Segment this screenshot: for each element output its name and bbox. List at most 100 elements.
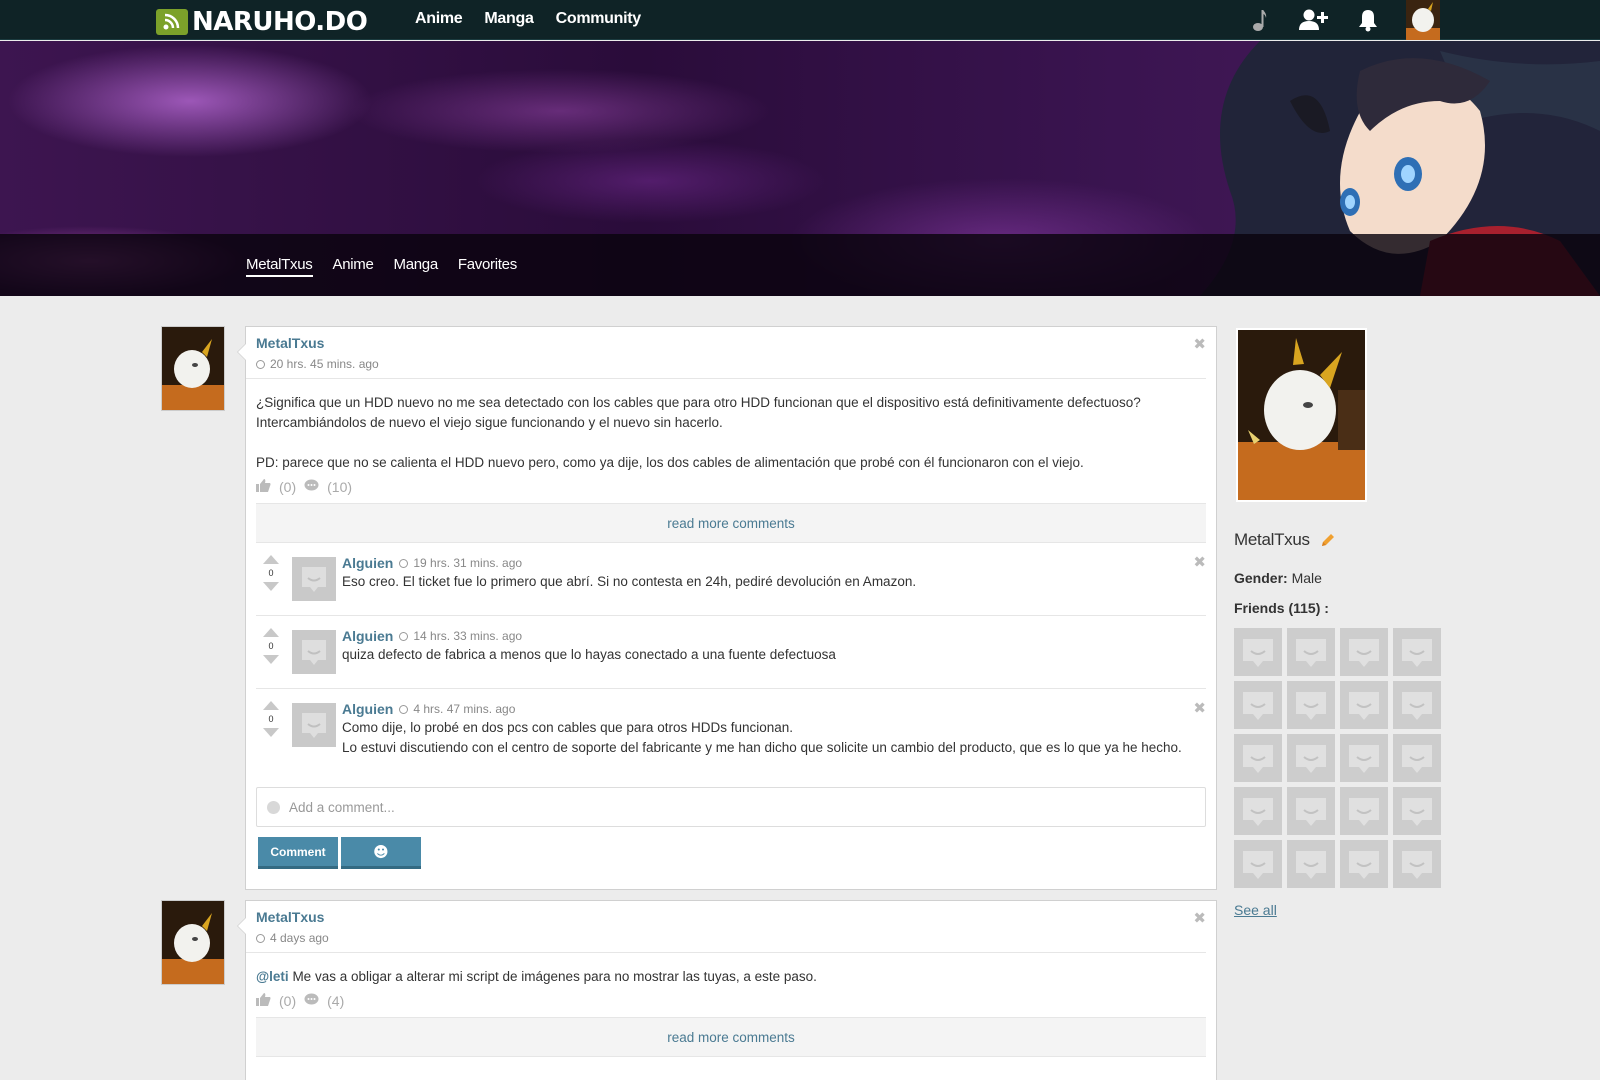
- music-note-icon[interactable]: [1244, 4, 1276, 36]
- post-text: Me vas a obligar a alterar mi script de …: [292, 969, 817, 984]
- commenter-avatar[interactable]: [292, 703, 336, 747]
- add-comment-input[interactable]: Add a comment...: [256, 787, 1206, 827]
- friend-avatar[interactable]: [1340, 628, 1388, 676]
- logo-text: NARUHO.DO: [192, 7, 368, 37]
- upvote-icon[interactable]: [263, 701, 279, 710]
- delete-post-icon[interactable]: ✖: [1193, 335, 1206, 353]
- profile-tab-user[interactable]: MetalTxus: [246, 256, 313, 277]
- profile-avatar[interactable]: [1236, 328, 1367, 502]
- post-author-link[interactable]: MetalTxus: [256, 909, 324, 925]
- rss-logo-icon: [156, 9, 188, 35]
- comment-count: (4): [327, 993, 345, 1009]
- comment-header: Alguien 19 hrs. 31 mins. ago: [342, 555, 1206, 571]
- user-mention-link[interactable]: @leti: [256, 969, 289, 984]
- commenter-name[interactable]: Alguien: [342, 628, 393, 644]
- delete-comment-icon[interactable]: ✖: [1193, 699, 1206, 717]
- vote-count: 0: [268, 568, 274, 578]
- emoji-button[interactable]: ☻: [341, 837, 421, 869]
- friend-avatar[interactable]: [1234, 681, 1282, 729]
- vote-count: 0: [268, 641, 274, 651]
- like-icon[interactable]: [256, 479, 271, 495]
- profile-name-text: MetalTxus: [1234, 530, 1310, 549]
- commenter-avatar[interactable]: [292, 630, 336, 674]
- comment-time: 4 hrs. 47 mins. ago: [413, 702, 516, 716]
- post-author-avatar[interactable]: [161, 326, 225, 411]
- friend-avatar[interactable]: [1287, 681, 1335, 729]
- profile-tab-favorites[interactable]: Favorites: [458, 256, 517, 277]
- friend-avatar[interactable]: [1234, 787, 1282, 835]
- see-all-friends-link[interactable]: See all: [1234, 902, 1277, 918]
- comment-text: Lo estuvi discutiendo con el centro de s…: [342, 740, 1182, 755]
- add-friend-icon[interactable]: [1298, 4, 1330, 36]
- gender-value: Male: [1291, 570, 1322, 586]
- clock-icon: [399, 558, 409, 568]
- profile-tab-anime[interactable]: Anime: [333, 256, 374, 277]
- profile-tab-manga[interactable]: Manga: [394, 256, 439, 277]
- post-author-link[interactable]: MetalTxus: [256, 335, 324, 351]
- comment-button[interactable]: Comment: [258, 837, 338, 869]
- bell-icon[interactable]: [1352, 4, 1384, 36]
- comment-time: 19 hrs. 31 mins. ago: [413, 556, 523, 570]
- profile-gender: Gender: Male: [1234, 570, 1322, 586]
- commenter-name[interactable]: Alguien: [342, 555, 393, 571]
- friend-avatar[interactable]: [1340, 681, 1388, 729]
- friend-avatar[interactable]: [1340, 787, 1388, 835]
- nav-anime[interactable]: Anime: [415, 10, 463, 28]
- delete-comment-icon[interactable]: ✖: [1193, 553, 1206, 571]
- friend-avatar[interactable]: [1393, 734, 1441, 782]
- post-text-line: ¿Significa que un HDD nuevo no me sea de…: [256, 395, 1141, 410]
- friend-avatar[interactable]: [1234, 628, 1282, 676]
- friend-avatar[interactable]: [1340, 734, 1388, 782]
- upvote-icon[interactable]: [263, 628, 279, 637]
- upvote-icon[interactable]: [263, 555, 279, 564]
- friend-avatar[interactable]: [1287, 734, 1335, 782]
- profile-name: MetalTxus: [1234, 530, 1335, 550]
- friend-avatar[interactable]: [1393, 628, 1441, 676]
- delete-post-icon[interactable]: ✖: [1193, 909, 1206, 927]
- nav-community[interactable]: Community: [556, 10, 642, 28]
- commenter-avatar[interactable]: [292, 557, 336, 601]
- friend-avatar[interactable]: [1287, 628, 1335, 676]
- friend-avatar[interactable]: [1287, 840, 1335, 888]
- friend-avatar[interactable]: [1393, 787, 1441, 835]
- friend-avatar[interactable]: [1234, 734, 1282, 782]
- post-text-line: @leti Me vas a obligar a alterar mi scri…: [256, 967, 1206, 987]
- post-text-line: PD: parece que no se calienta el HDD nue…: [256, 455, 1084, 470]
- comment-bubble-icon[interactable]: [304, 479, 319, 495]
- friend-avatar[interactable]: [1393, 681, 1441, 729]
- clock-icon: [256, 933, 265, 943]
- nav-manga[interactable]: Manga: [484, 10, 533, 28]
- like-count: (0): [279, 479, 297, 495]
- friend-avatar[interactable]: [1393, 840, 1441, 888]
- post-author-avatar[interactable]: [161, 900, 225, 985]
- pencil-edit-icon[interactable]: [1320, 533, 1335, 548]
- comment-input-icon: [267, 800, 280, 814]
- commenter-name[interactable]: Alguien: [342, 701, 393, 717]
- downvote-icon[interactable]: [263, 582, 279, 591]
- clock-icon: [256, 359, 265, 369]
- post-body: @leti Me vas a obligar a alterar mi scri…: [246, 953, 1216, 987]
- vote-widget: 0: [262, 701, 280, 737]
- comment-bubble-icon[interactable]: [304, 993, 319, 1009]
- user-avatar[interactable]: [1406, 0, 1440, 40]
- site-logo[interactable]: NARUHO.DO: [156, 7, 368, 37]
- friend-avatar[interactable]: [1234, 840, 1282, 888]
- like-icon[interactable]: [256, 993, 271, 1009]
- comment-buttons: Comment ☻: [258, 837, 1204, 869]
- read-more-comments-link[interactable]: read more comments: [256, 503, 1206, 543]
- post-text-line: Intercambiándolos de nuevo el viejo sigu…: [256, 415, 723, 430]
- main-nav: Anime Manga Community: [415, 10, 663, 28]
- comment-item: 0 Alguien 14 hrs. 33 mins. ago quiza def…: [256, 616, 1206, 689]
- comment-count: (10): [327, 479, 353, 495]
- read-more-comments-link[interactable]: read more comments: [256, 1017, 1206, 1057]
- friend-avatar[interactable]: [1340, 840, 1388, 888]
- friend-avatar[interactable]: [1287, 787, 1335, 835]
- comment-header: Alguien 4 hrs. 47 mins. ago: [342, 701, 1206, 717]
- post-header: MetalTxus 4 days ago ✖: [246, 901, 1206, 953]
- downvote-icon[interactable]: [263, 655, 279, 664]
- post-timestamp: 4 days ago: [256, 931, 1196, 945]
- comment-text: quiza defecto de fabrica a menos que lo …: [342, 647, 836, 662]
- gender-label: Gender:: [1234, 570, 1288, 586]
- comment-content: Alguien 4 hrs. 47 mins. ago Como dije, l…: [342, 701, 1206, 758]
- downvote-icon[interactable]: [263, 728, 279, 737]
